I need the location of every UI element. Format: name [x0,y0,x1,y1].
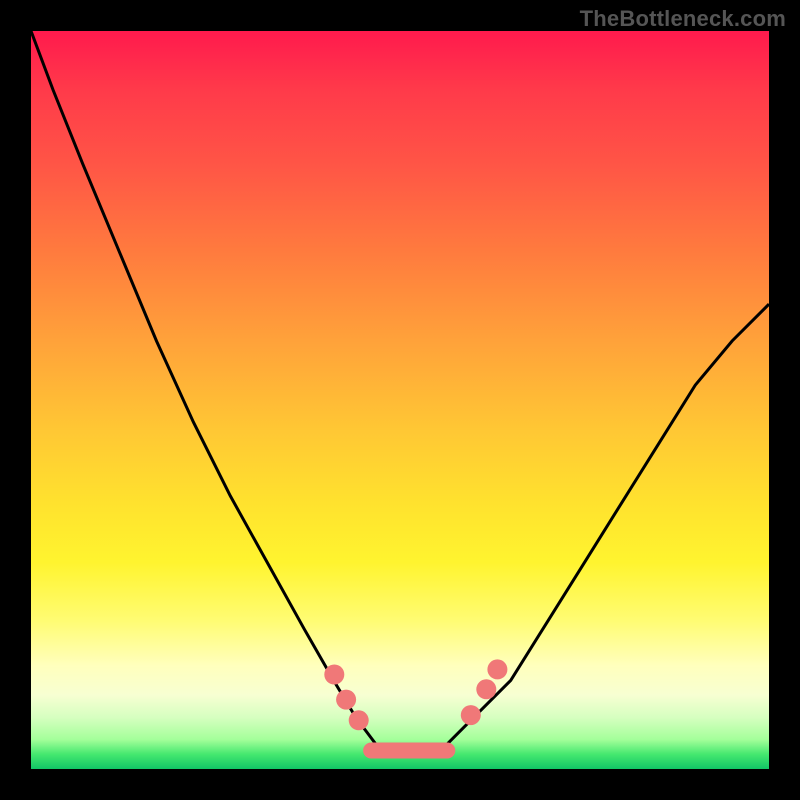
chart-frame: TheBottleneck.com [0,0,800,800]
plot-area [31,31,769,769]
attribution-text: TheBottleneck.com [580,6,786,32]
